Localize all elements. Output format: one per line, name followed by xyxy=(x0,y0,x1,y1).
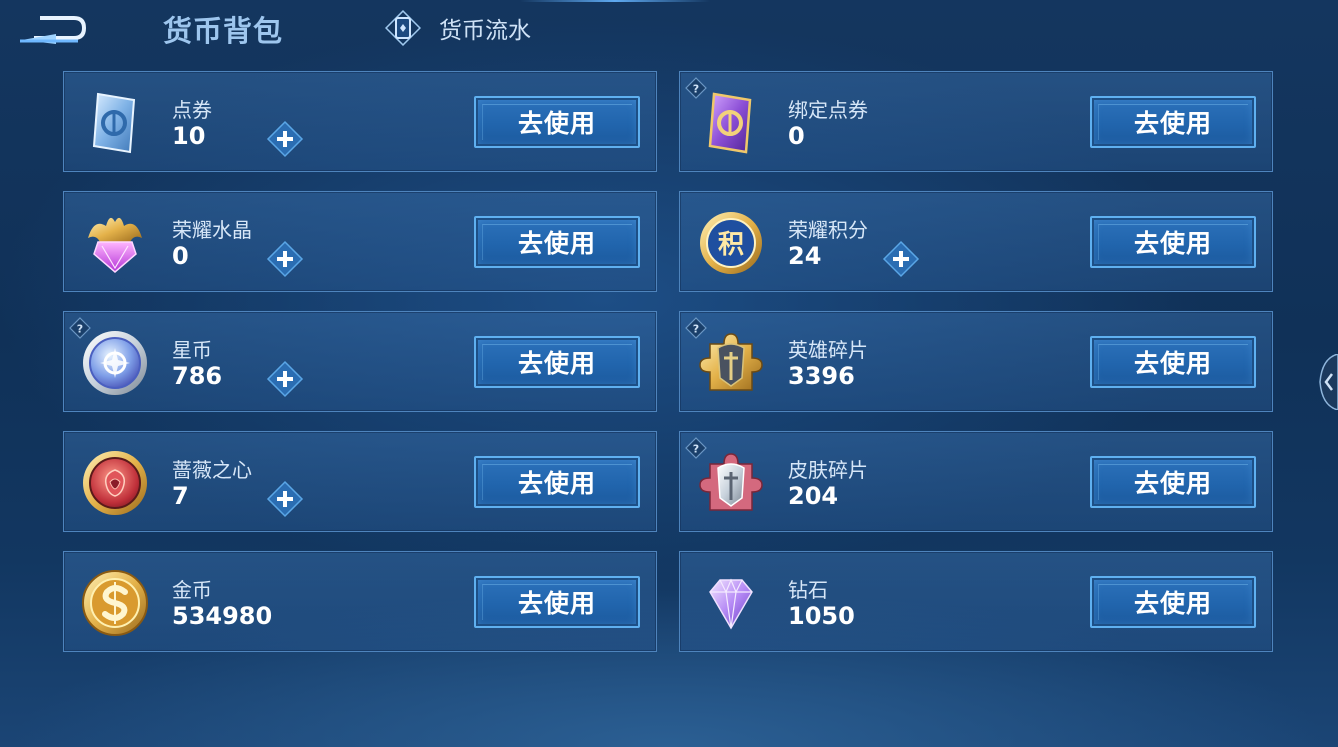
currency-name: 星币 xyxy=(172,338,212,362)
use-button[interactable]: 去使用 xyxy=(1090,336,1256,388)
currency-amount: 7 xyxy=(172,482,189,510)
currency-card-glory-points: 积 荣耀积分 24 去使用 xyxy=(679,191,1273,292)
use-button[interactable]: 去使用 xyxy=(1090,456,1256,508)
glory-crystal-icon xyxy=(88,217,142,273)
add-voucher-button[interactable] xyxy=(266,120,304,158)
back-button[interactable] xyxy=(16,8,90,48)
currency-amount: 534980 xyxy=(172,602,273,630)
top-bar: 货币背包 货币流水 xyxy=(0,0,1338,62)
currency-name: 荣耀积分 xyxy=(788,218,868,242)
voucher-blue-icon xyxy=(92,92,136,154)
currency-name: 荣耀水晶 xyxy=(172,218,252,242)
currency-flow-tab[interactable]: 货币流水 xyxy=(385,10,531,46)
rose-heart-icon xyxy=(83,451,147,515)
hero-fragment-icon xyxy=(699,333,763,391)
currency-card-star-coin: ? 星币 786 去使用 xyxy=(63,311,657,412)
use-button[interactable]: 去使用 xyxy=(474,456,640,508)
currency-name: 绑定点券 xyxy=(788,98,868,122)
gold-coin-icon xyxy=(82,570,148,636)
currency-name: 英雄碎片 xyxy=(788,338,868,362)
use-button[interactable]: 去使用 xyxy=(474,576,640,628)
currency-flow-label: 货币流水 xyxy=(439,18,531,44)
currency-card-voucher: 点券 10 去使用 xyxy=(63,71,657,172)
currency-card-diamond: 钻石 1050 去使用 xyxy=(679,551,1273,652)
currency-amount: 10 xyxy=(172,122,206,150)
use-button[interactable]: 去使用 xyxy=(1090,96,1256,148)
currency-amount: 3396 xyxy=(788,362,855,390)
currency-amount: 0 xyxy=(172,242,189,270)
currency-amount: 24 xyxy=(788,242,822,270)
currency-card-skin-fragment: ? 皮肤碎片 204 去使用 xyxy=(679,431,1273,532)
voucher-purple-icon xyxy=(708,92,752,154)
use-button[interactable]: 去使用 xyxy=(474,216,640,268)
top-highlight-line xyxy=(520,0,710,2)
currency-name: 金币 xyxy=(172,578,212,602)
add-rose-heart-button[interactable] xyxy=(266,480,304,518)
glory-points-icon: 积 xyxy=(700,212,762,274)
currency-flow-icon xyxy=(385,10,421,46)
add-glory-crystal-button[interactable] xyxy=(266,240,304,278)
skin-fragment-icon xyxy=(699,453,763,511)
glory-points-glyph: 积 xyxy=(718,230,744,260)
currency-amount: 0 xyxy=(788,122,805,150)
currency-amount: 786 xyxy=(172,362,223,390)
add-glory-points-button[interactable] xyxy=(882,240,920,278)
currency-name: 皮肤碎片 xyxy=(788,458,868,482)
star-coin-icon xyxy=(83,331,147,395)
add-star-coin-button[interactable] xyxy=(266,360,304,398)
use-button[interactable]: 去使用 xyxy=(474,96,640,148)
currency-amount: 1050 xyxy=(788,602,855,630)
use-button[interactable]: 去使用 xyxy=(1090,576,1256,628)
back-arrow-icon xyxy=(20,16,87,44)
use-button[interactable]: 去使用 xyxy=(474,336,640,388)
page-title: 货币背包 xyxy=(163,14,284,48)
currency-card-glory-crystal: 荣耀水晶 0 去使用 xyxy=(63,191,657,292)
side-panel-handle[interactable] xyxy=(1318,354,1338,410)
currency-amount: 204 xyxy=(788,482,839,510)
currency-card-rose-heart: 蔷薇之心 7 去使用 xyxy=(63,431,657,532)
currency-name: 蔷薇之心 xyxy=(172,458,252,482)
currency-card-bound-voucher: ? 绑定点券 0 去使用 xyxy=(679,71,1273,172)
currency-card-hero-fragment: ? 英雄碎片 3396 去使用 xyxy=(679,311,1273,412)
currency-card-gold-coin: 金币 534980 去使用 xyxy=(63,551,657,652)
currency-name: 点券 xyxy=(172,98,212,122)
use-button[interactable]: 去使用 xyxy=(1090,216,1256,268)
diamond-icon xyxy=(709,578,753,630)
currency-name: 钻石 xyxy=(788,578,828,602)
